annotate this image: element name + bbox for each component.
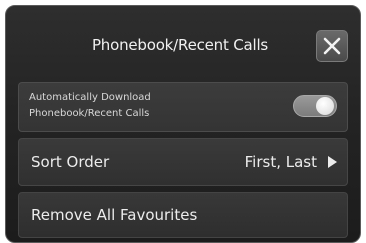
auto-download-label-line2: Phonebook/Recent Calls — [29, 108, 150, 119]
sort-order-row[interactable]: Sort Order First, Last — [18, 138, 348, 186]
auto-download-label: Automatically Download Phonebook/Recent … — [29, 90, 244, 122]
sort-order-label: Sort Order — [31, 153, 110, 171]
page-title: Phonebook/Recent Calls — [91, 36, 269, 54]
close-button[interactable] — [316, 30, 348, 62]
toggle-knob — [316, 97, 334, 115]
close-icon — [323, 37, 341, 55]
remove-all-favourites-label: Remove All Favourites — [31, 206, 198, 224]
header: Phonebook/Recent Calls — [6, 6, 360, 80]
auto-download-label-line1: Automatically Download — [29, 92, 151, 103]
phonebook-settings-screen: Phonebook/Recent Calls Automatically Dow… — [5, 5, 361, 243]
auto-download-row[interactable]: Automatically Download Phonebook/Recent … — [18, 82, 348, 132]
sort-order-value: First, Last — [244, 153, 317, 171]
triangle-right-icon — [328, 156, 337, 168]
auto-download-toggle[interactable] — [293, 95, 337, 117]
remove-all-favourites-button[interactable]: Remove All Favourites — [18, 192, 348, 238]
